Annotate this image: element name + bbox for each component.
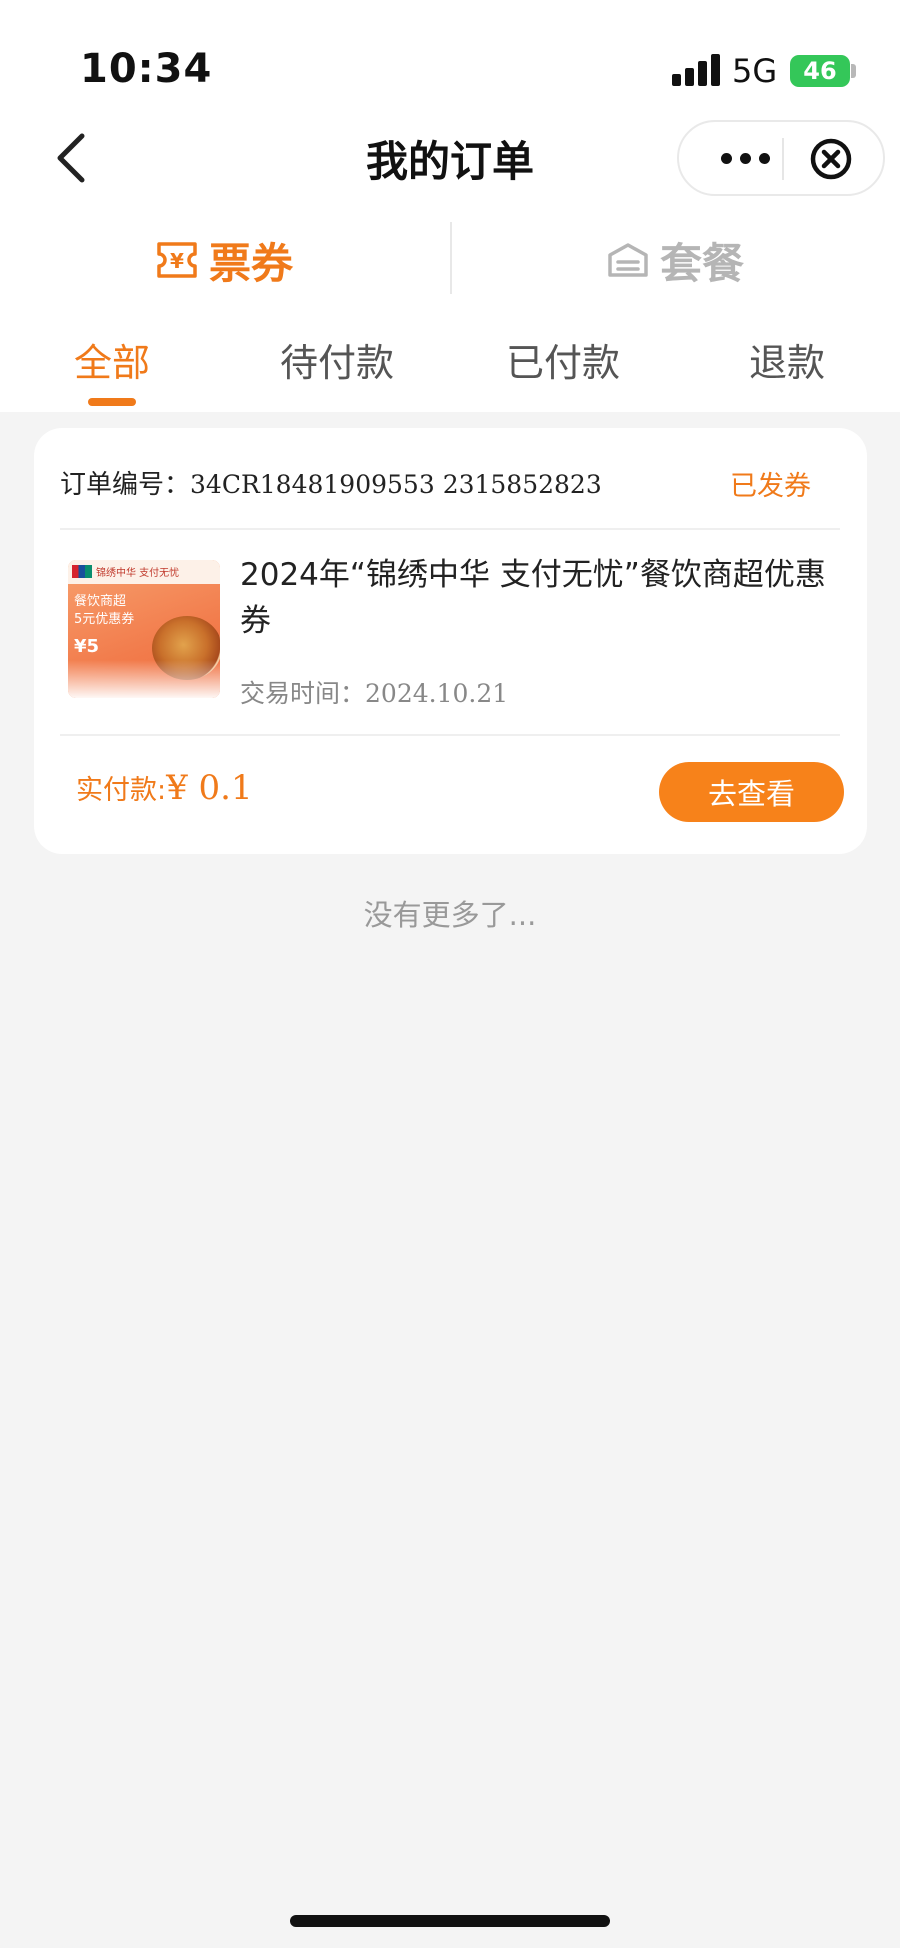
back-button[interactable] — [52, 128, 92, 188]
battery-icon: 46 — [790, 55, 850, 87]
order-card[interactable]: 订单编号：34CR18481909553 2315852823 已发券 锦绣中华… — [34, 428, 867, 854]
coupon-brand: 锦绣中华 支付无忧 — [96, 568, 180, 579]
package-icon — [608, 243, 648, 277]
more-dots-icon — [720, 152, 732, 164]
trade-time: 交易时间：2024.10.21 — [240, 674, 508, 710]
trade-time-value: 2024.10.21 — [365, 679, 509, 708]
battery-tip — [851, 64, 856, 78]
chevron-left-icon — [57, 133, 85, 183]
coupon-line1: 餐饮商超 — [74, 594, 127, 609]
mini-program-capsule — [677, 120, 885, 196]
category-ticket-label: 票券 — [209, 238, 294, 288]
coupon-fade — [68, 660, 220, 698]
close-circle-icon — [810, 138, 852, 180]
coupon-price: ¥5 — [74, 636, 100, 657]
tab-refund[interactable]: 退款 — [712, 332, 862, 387]
unionpay-logo-icon — [72, 565, 92, 578]
trade-time-label: 交易时间： — [240, 679, 366, 708]
paid-label: 实付款: — [76, 775, 167, 806]
category-ticket[interactable]: ¥ 票券 — [155, 230, 293, 290]
order-number-label: 订单编号： — [60, 470, 191, 500]
no-more-hint: 没有更多了... — [363, 898, 537, 932]
card-divider — [60, 528, 840, 530]
category-package-label: 套餐 — [660, 238, 745, 288]
svg-text:¥: ¥ — [170, 249, 184, 273]
battery-level: 46 — [803, 57, 837, 85]
order-status-badge: 已发券 — [730, 471, 811, 502]
signal-icon — [672, 52, 720, 86]
paid-value: ¥ 0.1 — [166, 768, 253, 808]
coupon-line2: 5元优惠券 — [74, 612, 135, 627]
order-number-value: 34CR18481909553 2315852823 — [190, 470, 602, 499]
coupon-header: 锦绣中华 支付无忧 — [68, 560, 220, 584]
tab-active-indicator — [88, 398, 136, 406]
home-indicator[interactable] — [290, 1915, 610, 1927]
coupon-thumbnail[interactable]: 锦绣中华 支付无忧 餐饮商超 5元优惠券 ¥5 — [68, 560, 220, 698]
category-divider — [450, 222, 452, 294]
tab-all[interactable]: 全部 — [37, 332, 187, 387]
category-package[interactable]: 套餐 — [606, 230, 744, 290]
network-label: 5G — [732, 52, 778, 90]
close-button[interactable] — [809, 137, 853, 181]
view-order-button[interactable]: 去查看 — [659, 762, 844, 822]
capsule-divider — [782, 138, 784, 180]
more-button[interactable] — [705, 130, 785, 186]
order-number: 订单编号：34CR18481909553 2315852823 — [60, 464, 602, 501]
tab-paid[interactable]: 已付款 — [488, 332, 638, 387]
ticket-icon: ¥ — [157, 242, 197, 278]
paid-amount: 实付款:¥ 0.1 — [76, 768, 253, 808]
status-time: 10:34 — [80, 46, 213, 92]
card-divider — [60, 734, 840, 736]
product-title[interactable]: 2024年“锦绣中华 支付无忧”餐饮商超优惠券 — [240, 552, 840, 644]
tab-pending-payment[interactable]: 待付款 — [262, 332, 412, 387]
